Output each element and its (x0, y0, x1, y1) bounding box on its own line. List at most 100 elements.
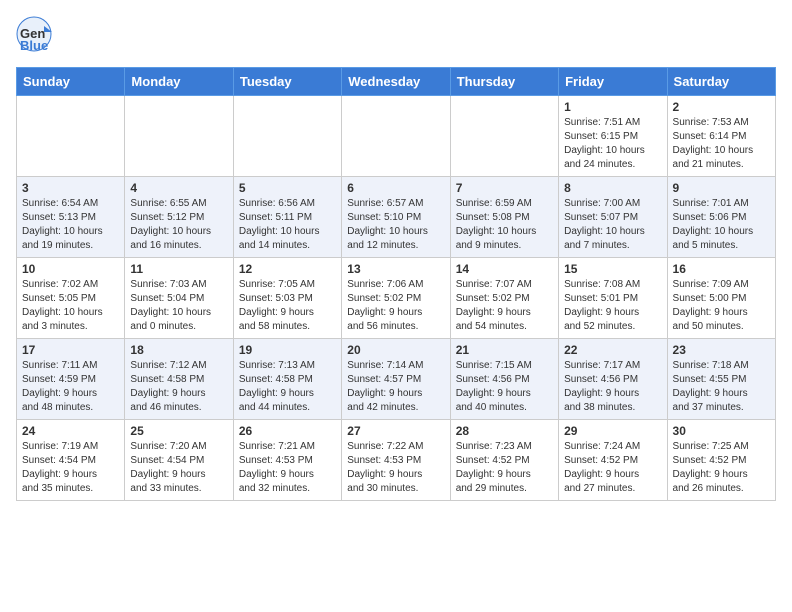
weekday-header-thursday: Thursday (450, 68, 558, 96)
calendar-cell: 1 Sunrise: 7:51 AM Sunset: 6:15 PM Daylig… (559, 96, 667, 177)
day-number: 3 (22, 181, 119, 195)
day-number: 18 (130, 343, 227, 357)
day-number: 9 (673, 181, 770, 195)
week-row-1: 1 Sunrise: 7:51 AM Sunset: 6:15 PM Daylig… (17, 96, 776, 177)
day-number: 16 (673, 262, 770, 276)
calendar-cell: 16 Sunrise: 7:09 AM Sunset: 5:00 PM Dayli… (667, 258, 775, 339)
day-info: Sunrise: 7:00 AM Sunset: 5:07 PM Dayligh… (564, 197, 661, 253)
day-info: Sunrise: 7:01 AM Sunset: 5:06 PM Dayligh… (673, 197, 770, 253)
day-info: Sunrise: 7:11 AM Sunset: 4:59 PM Dayligh… (22, 359, 119, 415)
day-number: 13 (347, 262, 444, 276)
day-info: Sunrise: 7:20 AM Sunset: 4:54 PM Dayligh… (130, 440, 227, 496)
day-info: Sunrise: 7:03 AM Sunset: 5:04 PM Dayligh… (130, 278, 227, 334)
day-number: 23 (673, 343, 770, 357)
day-number: 11 (130, 262, 227, 276)
day-number: 22 (564, 343, 661, 357)
day-info: Sunrise: 7:24 AM Sunset: 4:52 PM Dayligh… (564, 440, 661, 496)
day-info: Sunrise: 6:55 AM Sunset: 5:12 PM Dayligh… (130, 197, 227, 253)
day-info: Sunrise: 6:59 AM Sunset: 5:08 PM Dayligh… (456, 197, 553, 253)
day-info: Sunrise: 7:05 AM Sunset: 5:03 PM Dayligh… (239, 278, 336, 334)
week-row-3: 10 Sunrise: 7:02 AM Sunset: 5:05 PM Dayli… (17, 258, 776, 339)
calendar-cell: 12 Sunrise: 7:05 AM Sunset: 5:03 PM Dayli… (233, 258, 341, 339)
calendar-cell: 26 Sunrise: 7:21 AM Sunset: 4:53 PM Dayli… (233, 420, 341, 501)
calendar-cell: 19Sunrise: 7:13 AM Sunset: 4:58 PM Dayli… (233, 339, 341, 420)
week-row-2: 3Sunrise: 6:54 AM Sunset: 5:13 PM Daylig… (17, 177, 776, 258)
weekday-header-row: SundayMondayTuesdayWednesdayThursdayFrid… (17, 68, 776, 96)
calendar-cell: 8 Sunrise: 7:00 AM Sunset: 5:07 PM Daylig… (559, 177, 667, 258)
calendar-cell: 6Sunrise: 6:57 AM Sunset: 5:10 PM Daylig… (342, 177, 450, 258)
calendar-cell: 13 Sunrise: 7:06 AM Sunset: 5:02 PM Dayli… (342, 258, 450, 339)
weekday-header-monday: Monday (125, 68, 233, 96)
day-info: Sunrise: 7:02 AM Sunset: 5:05 PM Dayligh… (22, 278, 119, 334)
calendar-cell (233, 96, 341, 177)
calendar-cell: 17 Sunrise: 7:11 AM Sunset: 4:59 PM Dayli… (17, 339, 125, 420)
day-info: Sunrise: 7:51 AM Sunset: 6:15 PM Dayligh… (564, 116, 661, 172)
calendar-cell: 3Sunrise: 6:54 AM Sunset: 5:13 PM Daylig… (17, 177, 125, 258)
svg-text:Blue: Blue (20, 38, 48, 52)
day-info: Sunrise: 7:07 AM Sunset: 5:02 PM Dayligh… (456, 278, 553, 334)
day-info: Sunrise: 7:09 AM Sunset: 5:00 PM Dayligh… (673, 278, 770, 334)
calendar-cell: 30Sunrise: 7:25 AM Sunset: 4:52 PM Dayli… (667, 420, 775, 501)
calendar-cell: 21 Sunrise: 7:15 AM Sunset: 4:56 PM Dayli… (450, 339, 558, 420)
calendar-cell: 24 Sunrise: 7:19 AM Sunset: 4:54 PM Dayli… (17, 420, 125, 501)
calendar-cell (450, 96, 558, 177)
week-row-5: 24 Sunrise: 7:19 AM Sunset: 4:54 PM Dayli… (17, 420, 776, 501)
day-number: 1 (564, 100, 661, 114)
logo-icon: Gen Blue (16, 16, 52, 52)
calendar-cell: 18 Sunrise: 7:12 AM Sunset: 4:58 PM Dayli… (125, 339, 233, 420)
day-info: Sunrise: 7:13 AM Sunset: 4:58 PM Dayligh… (239, 359, 336, 415)
calendar-cell (17, 96, 125, 177)
day-number: 8 (564, 181, 661, 195)
logo: Gen Blue (16, 16, 56, 57)
day-number: 7 (456, 181, 553, 195)
day-number: 21 (456, 343, 553, 357)
day-number: 14 (456, 262, 553, 276)
day-info: Sunrise: 7:21 AM Sunset: 4:53 PM Dayligh… (239, 440, 336, 496)
calendar: SundayMondayTuesdayWednesdayThursdayFrid… (16, 67, 776, 501)
day-number: 25 (130, 424, 227, 438)
header: Gen Blue (16, 16, 776, 57)
calendar-cell: 23 Sunrise: 7:18 AM Sunset: 4:55 PM Dayli… (667, 339, 775, 420)
day-info: Sunrise: 7:23 AM Sunset: 4:52 PM Dayligh… (456, 440, 553, 496)
calendar-cell: 27 Sunrise: 7:22 AM Sunset: 4:53 PM Dayli… (342, 420, 450, 501)
calendar-cell (342, 96, 450, 177)
calendar-cell: 4Sunrise: 6:55 AM Sunset: 5:12 PM Daylig… (125, 177, 233, 258)
day-number: 28 (456, 424, 553, 438)
day-number: 27 (347, 424, 444, 438)
calendar-cell: 15 Sunrise: 7:08 AM Sunset: 5:01 PM Dayli… (559, 258, 667, 339)
day-info: Sunrise: 7:08 AM Sunset: 5:01 PM Dayligh… (564, 278, 661, 334)
calendar-cell: 25 Sunrise: 7:20 AM Sunset: 4:54 PM Dayli… (125, 420, 233, 501)
day-number: 5 (239, 181, 336, 195)
day-info: Sunrise: 7:14 AM Sunset: 4:57 PM Dayligh… (347, 359, 444, 415)
week-row-4: 17 Sunrise: 7:11 AM Sunset: 4:59 PM Dayli… (17, 339, 776, 420)
calendar-cell: 28 Sunrise: 7:23 AM Sunset: 4:52 PM Dayli… (450, 420, 558, 501)
day-info: Sunrise: 7:18 AM Sunset: 4:55 PM Dayligh… (673, 359, 770, 415)
day-number: 2 (673, 100, 770, 114)
calendar-cell: 2Sunrise: 7:53 AM Sunset: 6:14 PM Daylig… (667, 96, 775, 177)
day-number: 10 (22, 262, 119, 276)
day-number: 20 (347, 343, 444, 357)
day-number: 17 (22, 343, 119, 357)
day-info: Sunrise: 7:22 AM Sunset: 4:53 PM Dayligh… (347, 440, 444, 496)
day-info: Sunrise: 7:06 AM Sunset: 5:02 PM Dayligh… (347, 278, 444, 334)
day-info: Sunrise: 7:25 AM Sunset: 4:52 PM Dayligh… (673, 440, 770, 496)
calendar-cell: 10 Sunrise: 7:02 AM Sunset: 5:05 PM Dayli… (17, 258, 125, 339)
day-number: 12 (239, 262, 336, 276)
day-info: Sunrise: 6:56 AM Sunset: 5:11 PM Dayligh… (239, 197, 336, 253)
day-info: Sunrise: 6:57 AM Sunset: 5:10 PM Dayligh… (347, 197, 444, 253)
calendar-cell: 7 Sunrise: 6:59 AM Sunset: 5:08 PM Daylig… (450, 177, 558, 258)
weekday-header-sunday: Sunday (17, 68, 125, 96)
weekday-header-wednesday: Wednesday (342, 68, 450, 96)
day-info: Sunrise: 7:12 AM Sunset: 4:58 PM Dayligh… (130, 359, 227, 415)
day-number: 26 (239, 424, 336, 438)
weekday-header-tuesday: Tuesday (233, 68, 341, 96)
day-info: Sunrise: 7:15 AM Sunset: 4:56 PM Dayligh… (456, 359, 553, 415)
calendar-cell: 20 Sunrise: 7:14 AM Sunset: 4:57 PM Dayli… (342, 339, 450, 420)
day-number: 24 (22, 424, 119, 438)
day-info: Sunrise: 7:19 AM Sunset: 4:54 PM Dayligh… (22, 440, 119, 496)
day-info: Sunrise: 7:17 AM Sunset: 4:56 PM Dayligh… (564, 359, 661, 415)
day-number: 15 (564, 262, 661, 276)
calendar-cell: 9 Sunrise: 7:01 AM Sunset: 5:06 PM Daylig… (667, 177, 775, 258)
calendar-cell: 14 Sunrise: 7:07 AM Sunset: 5:02 PM Dayli… (450, 258, 558, 339)
calendar-cell: 29Sunrise: 7:24 AM Sunset: 4:52 PM Dayli… (559, 420, 667, 501)
